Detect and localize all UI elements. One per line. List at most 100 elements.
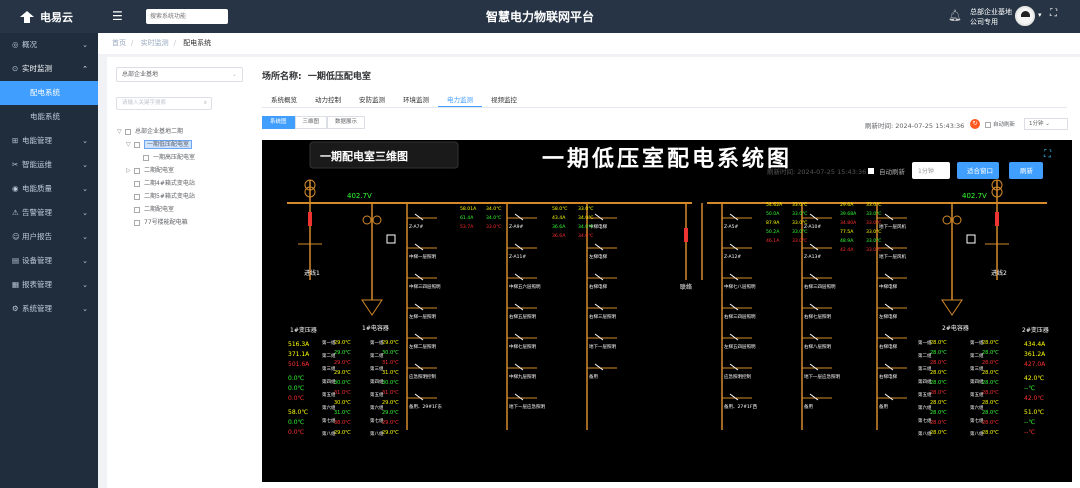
feeder-label: 中梯一层照明 <box>409 253 436 260</box>
transformer-measurement: 371.1A <box>288 351 310 358</box>
feeder-label: 中梯九层照明 <box>509 373 536 380</box>
tree-node[interactable]: 77号楼能配电箱 <box>117 216 247 229</box>
sidebar-item-3[interactable]: ✂ 智能运维 ⌄ <box>0 153 98 177</box>
tab-1[interactable]: 动力控制 <box>306 94 350 107</box>
fit-window-label: 适合窗口 <box>967 166 993 175</box>
tree-checkbox[interactable] <box>134 219 140 226</box>
expand-icon[interactable]: ▷ <box>126 164 134 177</box>
sidebar-icon: ◉ <box>12 184 19 193</box>
tree-node[interactable]: 二期4#箱式变电站 <box>117 177 247 190</box>
auto-refresh-label: 自动刷新 <box>993 122 1016 128</box>
sidebar-item-1[interactable]: ⊙ 实时监测 ⌃ <box>0 57 98 81</box>
sidebar-item-6[interactable]: ☺ 用户报告 ⌄ <box>0 225 98 249</box>
tie-label: 联络 <box>680 283 692 291</box>
capacitor-temp: 28.0℃ <box>982 410 999 416</box>
sidebar-subitem-0[interactable]: 配电系统 <box>0 81 98 105</box>
view-button-1[interactable]: 三维图 <box>294 116 328 129</box>
sidebar-item-0[interactable]: ◎ 概况 ⌄ <box>0 33 98 57</box>
view-button-0[interactable]: 系统图 <box>262 116 295 129</box>
measurement-value: 33.0℃ <box>866 220 881 226</box>
measurement-value: 29.6A <box>840 202 854 208</box>
menu-toggle-icon[interactable]: ☰ <box>112 9 123 23</box>
sidebar: ◎ 概况 ⌄ ⊙ 实时监测 ⌃ 配电系统 电能系统 ⊞ 电能管理 ⌄ ✂ 智能运维 ⌄ ◉ 电能质量 ⌄ ⚠ 告警管… <box>0 33 98 488</box>
breadcrumb-home[interactable]: 首页 <box>112 39 126 47</box>
transformer-measurement: 361.2A <box>1024 351 1046 358</box>
chevron-down-icon[interactable]: ▾ <box>1038 11 1042 19</box>
sidebar-item-4[interactable]: ◉ 电能质量 ⌄ <box>0 177 98 201</box>
tree-node-label: 一期低压配电室 <box>144 140 193 149</box>
tree-node[interactable]: ▽ 一期低压配电室 <box>117 138 247 151</box>
transformer-measurement: 58.0℃ <box>288 409 308 416</box>
expand-icon[interactable]: ⛶ <box>1043 149 1052 160</box>
sidebar-item-5[interactable]: ⚠ 告警管理 ⌄ <box>0 201 98 225</box>
tree-node[interactable]: ▷ 二期配电室 <box>117 164 247 177</box>
tree-checkbox[interactable] <box>134 193 140 200</box>
tree-node-label: 二期配电室 <box>144 206 175 213</box>
measurement-value: 33.0℃ <box>792 220 807 226</box>
site-name: 一期低压配电室 <box>307 72 371 82</box>
tab-5[interactable]: 视频监控 <box>482 94 526 107</box>
tree-node[interactable]: ▽ 总部企业基地二期 <box>117 125 247 138</box>
breaker-closed-icon <box>308 212 312 226</box>
refresh-icon[interactable]: ↻ <box>970 119 980 129</box>
view-button-2[interactable]: 数据展示 <box>327 116 366 129</box>
feeder-label: 右梯电梯 <box>879 343 897 350</box>
tree-checkbox[interactable] <box>134 167 140 174</box>
capacitor-group-label: 第六组 <box>970 404 984 411</box>
search-input[interactable] <box>146 9 228 24</box>
sidebar-icon: ⊞ <box>12 136 19 145</box>
expand-icon[interactable]: ▽ <box>117 125 125 138</box>
tree-checkbox[interactable] <box>134 206 140 213</box>
capacitor-group-label: 第四组 <box>970 378 984 385</box>
sidebar-item-7[interactable]: ▤ 设备管理 ⌄ <box>0 249 98 273</box>
tree-node[interactable]: 一期高压配电室 <box>117 151 247 164</box>
sidebar-item-2[interactable]: ⊞ 电能管理 ⌄ <box>0 129 98 153</box>
capacitor-group-label: 第二组 <box>970 352 984 359</box>
capacitor-group-label: 第四组 <box>918 378 932 385</box>
capacitor-label: 2#电容器 <box>942 324 969 332</box>
transformer-measurement: --℃ <box>1024 419 1035 426</box>
bell-icon[interactable]: 🔔︎ <box>948 9 962 22</box>
sidebar-subitem-1[interactable]: 电能系统 <box>0 105 98 129</box>
chevron-icon: ⌄ <box>82 257 88 265</box>
btn-3d-view[interactable]: 一期配电室三维图 <box>320 149 408 163</box>
avatar[interactable] <box>1015 6 1035 26</box>
measurement-value: 61.4A <box>460 215 474 221</box>
tree-checkbox[interactable] <box>134 180 140 187</box>
tree-search-input[interactable]: 请输入关键字搜索 ⌕ <box>116 97 212 110</box>
tree-node-label: 二期5#箱式变电站 <box>144 193 195 200</box>
diagram-refresh-label: 刷新 <box>1020 166 1034 175</box>
diagram-auto-checkbox[interactable] <box>868 168 874 174</box>
feeder-label: Z-A5# <box>724 224 738 230</box>
capacitor-temp: 30.0℃ <box>382 350 399 356</box>
fullscreen-icon[interactable]: ⛶ <box>1050 8 1057 19</box>
user-info[interactable]: 总部企业基地 公司专用 <box>970 7 1012 27</box>
tree-checkbox[interactable] <box>125 128 131 135</box>
single-line-diagram: 一期配电室三维图 一期低压室配电系统图 ⛶ 刷新时间: 2024-07-25 1… <box>287 141 1052 437</box>
tree-node[interactable]: 二期5#箱式变电站 <box>117 190 247 203</box>
sidebar-item-9[interactable]: ⚙ 系统管理 ⌄ <box>0 297 98 321</box>
capacitor-temp: 28.0℃ <box>930 370 947 376</box>
site-select[interactable]: 总部企业基地 ⌄ <box>116 67 243 82</box>
sidebar-item-8[interactable]: ▦ 报表管理 ⌄ <box>0 273 98 297</box>
feeder-label: 左梯一层照明 <box>409 313 436 320</box>
tree-checkbox[interactable] <box>134 141 140 148</box>
tree-node[interactable]: 二期配电室 <box>117 203 247 216</box>
interval-select[interactable]: 1分钟 ⌄ <box>1024 118 1068 130</box>
tab-0[interactable]: 系统概览 <box>262 94 306 107</box>
measurement-value: 34.0℃ <box>578 233 593 239</box>
breadcrumb-monitor[interactable]: 实时监测 <box>141 39 169 47</box>
measurement-value: 33.0℃ <box>792 202 807 208</box>
chevron-icon: ⌄ <box>82 233 88 241</box>
tab-3[interactable]: 环境监测 <box>394 94 438 107</box>
logo-icon <box>20 11 34 23</box>
transformer-measurement: 42.0℃ <box>1024 375 1044 382</box>
tab-4[interactable]: 电力监测 <box>438 94 482 107</box>
capacitor-temp: 28.0℃ <box>982 370 999 376</box>
auto-refresh-checkbox[interactable]: 自动刷新 <box>985 120 1015 128</box>
breaker-closed-icon <box>684 228 688 242</box>
tab-2[interactable]: 安防监测 <box>350 94 394 107</box>
expand-icon[interactable]: ▽ <box>126 138 134 151</box>
feeder-label: 中梯电梯 <box>879 283 897 290</box>
tree-checkbox[interactable] <box>143 154 149 161</box>
